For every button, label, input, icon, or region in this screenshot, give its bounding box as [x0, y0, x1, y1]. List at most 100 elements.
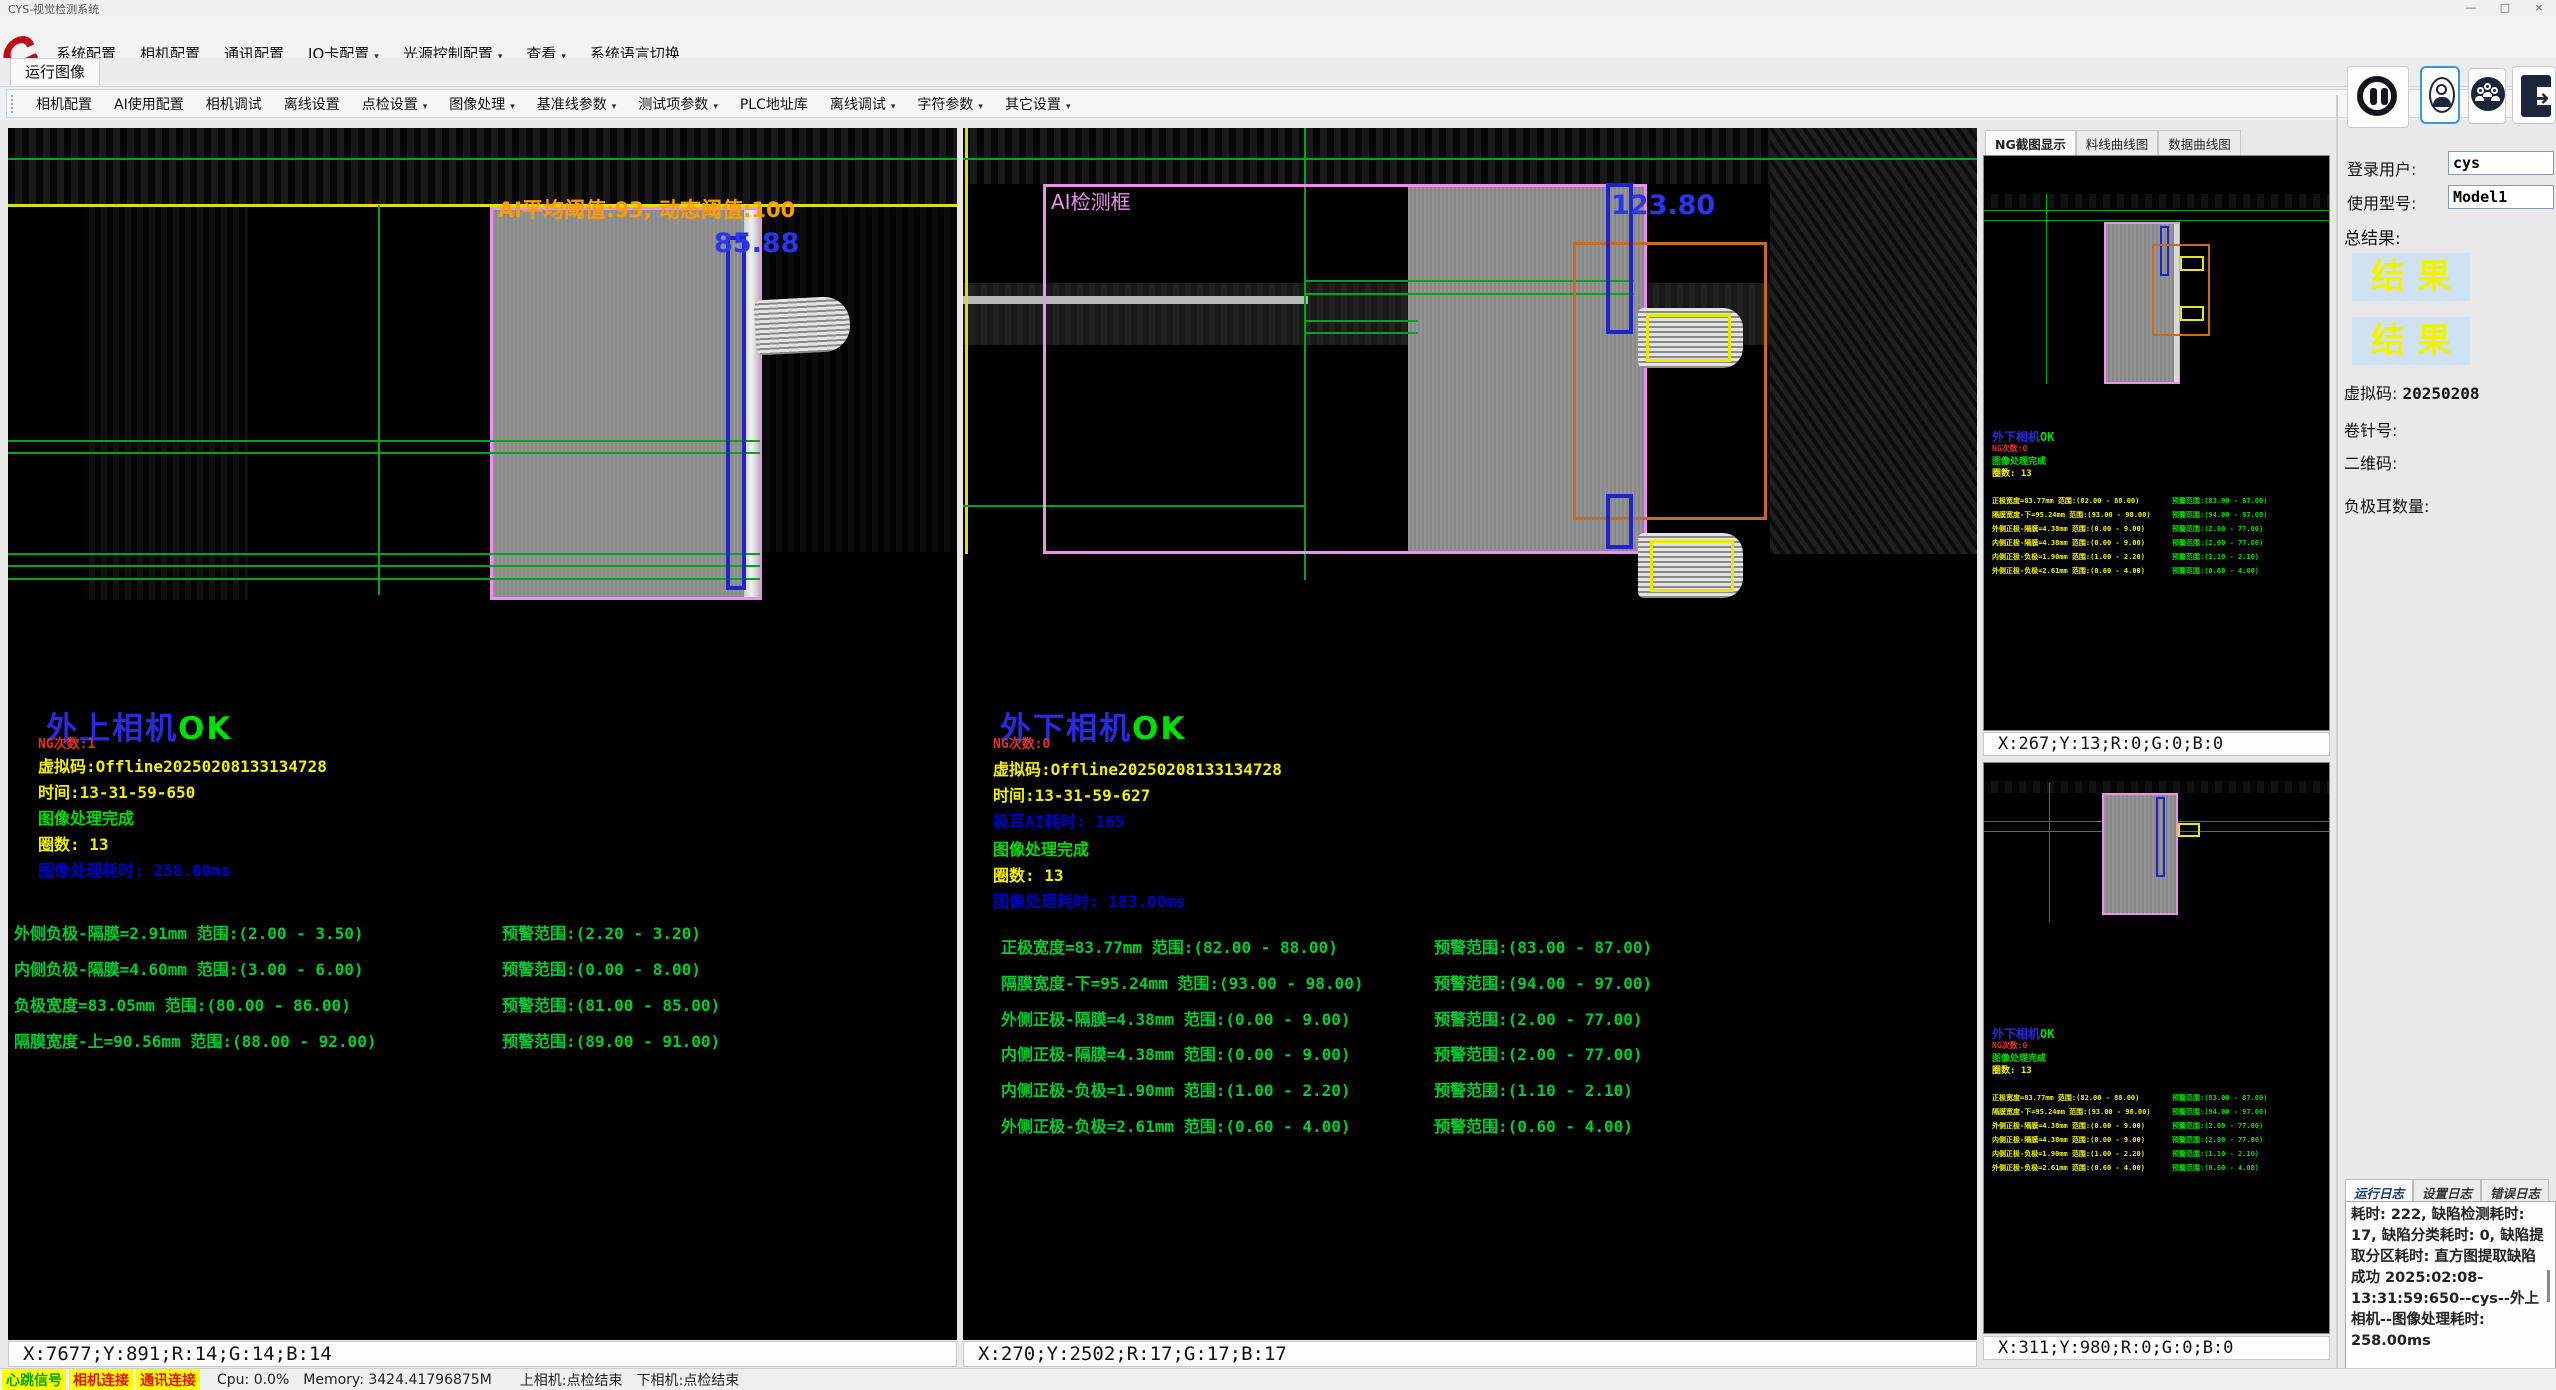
measurement-row: 隔膜宽度-上=90.56mm 范围:(88.00 - 92.00)预警范围:(8… — [14, 1028, 376, 1052]
ai-detect-box — [1043, 184, 1647, 554]
measurement-row: 内侧负极-隔膜=4.60mm 范围:(3.00 - 6.00)预警范围:(0.0… — [14, 956, 364, 980]
tab-data-curve[interactable]: 数据曲线图 — [2158, 130, 2241, 155]
toolbar-grip[interactable] — [11, 95, 17, 113]
minimize-icon[interactable]: — — [2454, 0, 2488, 16]
login-user-input[interactable] — [2448, 151, 2554, 175]
detect-result-box — [2180, 306, 2204, 321]
mini-loop-count: 圈数: 13 — [1992, 1063, 2032, 1076]
bright-edge — [744, 210, 759, 597]
overlay-line — [963, 158, 1977, 160]
measurement-row: 负极宽度=83.05mm 范围:(80.00 - 86.00)预警范围:(81.… — [14, 992, 351, 1016]
mini-meas: 隔膜宽度-下=95.24mm 范围:(93.00 - 98.00) — [1992, 1107, 2151, 1117]
overlay-line — [2049, 783, 2050, 923]
machine-texture — [1770, 128, 1977, 554]
virtual-code-label: 虚拟码: 20250208 — [2344, 380, 2480, 404]
timestamp: 时间:13-31-59-627 — [993, 782, 1150, 806]
loop-count: 圈数: 13 — [993, 862, 1064, 886]
chevron-down-icon: ▾ — [891, 102, 896, 112]
exit-button[interactable]: → — [2512, 66, 2556, 124]
comm-link-status: 通讯连接 — [136, 1369, 200, 1390]
model-label: 使用型号: — [2347, 190, 2416, 214]
virtual-code: 虚拟码:Offline20250208133134728 — [38, 753, 327, 777]
overlay-line — [965, 128, 968, 554]
ng-tab-bar: NG截图显示 料线曲线图 数据曲线图 — [1985, 130, 2241, 155]
detect-result-box — [2180, 256, 2204, 271]
mini-meas: 预警范围:(0.60 - 4.00) — [2172, 566, 2259, 576]
overlay-line — [378, 205, 380, 595]
measurement-row: 内侧正极-隔膜=4.38mm 范围:(0.00 - 9.00)预警范围:(2.0… — [1001, 1041, 1351, 1065]
mini-meas: 预警范围:(0.60 - 4.00) — [2172, 1163, 2259, 1173]
detect-result-box — [1646, 314, 1731, 362]
chevron-down-icon: ▾ — [612, 102, 617, 112]
threshold-overlay: AI平均阈值:93, 动态阈值:100 — [498, 194, 795, 224]
process-done: 图像处理完成 — [993, 836, 1089, 860]
tool-offline-setting[interactable]: 离线设置 — [273, 92, 351, 116]
tab-run-image[interactable]: 运行图像 — [10, 58, 100, 86]
tab-line-curve[interactable]: 料线曲线图 — [2076, 130, 2159, 155]
mini-meas: 预警范围:(1.10 - 2.10) — [2172, 1149, 2259, 1159]
tool-ai-config[interactable]: AI使用配置 — [103, 92, 195, 116]
login-user-button[interactable] — [2420, 66, 2460, 124]
chevron-down-icon: ▾ — [510, 102, 515, 112]
measurement-row: 外侧正极-负极=2.61mm 范围:(0.60 - 4.00)预警范围:(0.6… — [1001, 1113, 1351, 1137]
machine-texture — [1984, 781, 2329, 793]
title-bar: CYS-视觉检测系统 — □ × — [0, 0, 2556, 16]
log-scrollbar[interactable] — [2547, 1270, 2550, 1302]
memory-status: Memory: 3424.41796875M — [303, 1372, 492, 1388]
tool-camera-debug[interactable]: 相机调试 — [195, 92, 273, 116]
overlay-line — [1984, 220, 2329, 221]
process-time: 图像处理耗时: 183.00ms — [993, 888, 1185, 912]
upper-camera-coords: X:7677;Y:891;R:14;G:14;B:14 — [8, 1341, 957, 1367]
tool-baseline-params[interactable]: 基准线参数▾ — [526, 92, 628, 116]
tool-test-params[interactable]: 测试项参数▾ — [627, 92, 729, 116]
process-time: 图像处理耗时: 258.00ms — [38, 857, 230, 881]
mini-meas: 预警范围:(94.00 - 97.00) — [2172, 510, 2267, 520]
measure-value: 123.80 — [1611, 190, 1715, 221]
mini-meas: 正极宽度=83.77mm 范围:(82.00 - 88.00) — [1992, 496, 2139, 506]
overlay-line — [1304, 332, 1418, 334]
result-badge-2: 结果 — [2352, 317, 2470, 365]
cpu-status: Cpu: 0.0% — [217, 1372, 289, 1388]
user-icon — [2429, 77, 2455, 113]
chevron-down-icon: ▾ — [978, 102, 983, 112]
camera-link-status: 相机连接 — [69, 1369, 133, 1390]
tool-check-setting[interactable]: 点检设置▾ — [351, 92, 439, 116]
process-done: 图像处理完成 — [38, 805, 134, 829]
tool-plc-address[interactable]: PLC地址库 — [729, 92, 819, 116]
login-user-label: 登录用户: — [2347, 156, 2416, 180]
tool-offline-debug[interactable]: 离线调试▾ — [819, 92, 907, 116]
overlay-line — [8, 553, 760, 555]
overlay-line — [8, 565, 760, 567]
overlay-line — [8, 578, 760, 580]
measurement-row: 隔膜宽度-下=95.24mm 范围:(93.00 - 98.00)预警范围:(9… — [1001, 970, 1363, 994]
mini-meas: 正极宽度=83.77mm 范围:(82.00 - 88.00) — [1992, 1093, 2139, 1103]
log-text-area[interactable]: 耗时: 222, 缺陷检测耗时: 17, 缺陷分类耗时: 0, 缺陷提取分区耗时… — [2345, 1201, 2556, 1388]
qr-code-label: 二维码: — [2344, 450, 2397, 474]
tool-char-params[interactable]: 字符参数▾ — [906, 92, 994, 116]
reel-number-label: 卷针号: — [2344, 417, 2397, 441]
model-input[interactable] — [2448, 185, 2554, 209]
measure-box — [1606, 494, 1633, 549]
tool-image-process[interactable]: 图像处理▾ — [438, 92, 526, 116]
maximize-icon[interactable]: □ — [2488, 0, 2522, 16]
tab-ng-screenshot[interactable]: NG截图显示 — [1985, 130, 2076, 155]
mini-meas: 预警范围:(2.00 - 77.00) — [2172, 1135, 2263, 1145]
panel-divider — [2336, 95, 2338, 1390]
ng-count: NG次数:1 — [38, 733, 95, 752]
timestamp: 时间:13-31-59-650 — [38, 779, 195, 803]
mini-meas: 内侧正极-隔膜=4.38mm 范围:(0.00 - 9.00) — [1992, 538, 2145, 548]
mini-meas: 预警范围:(2.00 - 77.00) — [2172, 538, 2263, 548]
menu-bar: 系统配置 相机配置 通讯配置 IO卡配置▾ 光源控制配置▾ 查看▾ 系统语言切换 — [0, 16, 2556, 58]
measurement-row: 外侧负极-隔膜=2.91mm 范围:(2.00 - 3.50)预警范围:(2.2… — [14, 920, 364, 944]
heartbeat-status: 心跳信号 — [2, 1369, 66, 1390]
chevron-down-icon: ▾ — [423, 102, 428, 112]
mini-meas: 预警范围:(83.00 - 87.00) — [2172, 496, 2267, 506]
close-icon[interactable]: × — [2522, 0, 2556, 16]
ng-count: NG次数:0 — [993, 733, 1050, 752]
tool-camera-config[interactable]: 相机配置 — [25, 92, 103, 116]
pause-button[interactable] — [2347, 66, 2409, 128]
user-group-button[interactable] — [2468, 68, 2506, 124]
machine-texture — [83, 205, 248, 600]
tool-other-settings[interactable]: 其它设置▾ — [994, 92, 1082, 116]
window-title: CYS-视觉检测系统 — [8, 1, 99, 17]
